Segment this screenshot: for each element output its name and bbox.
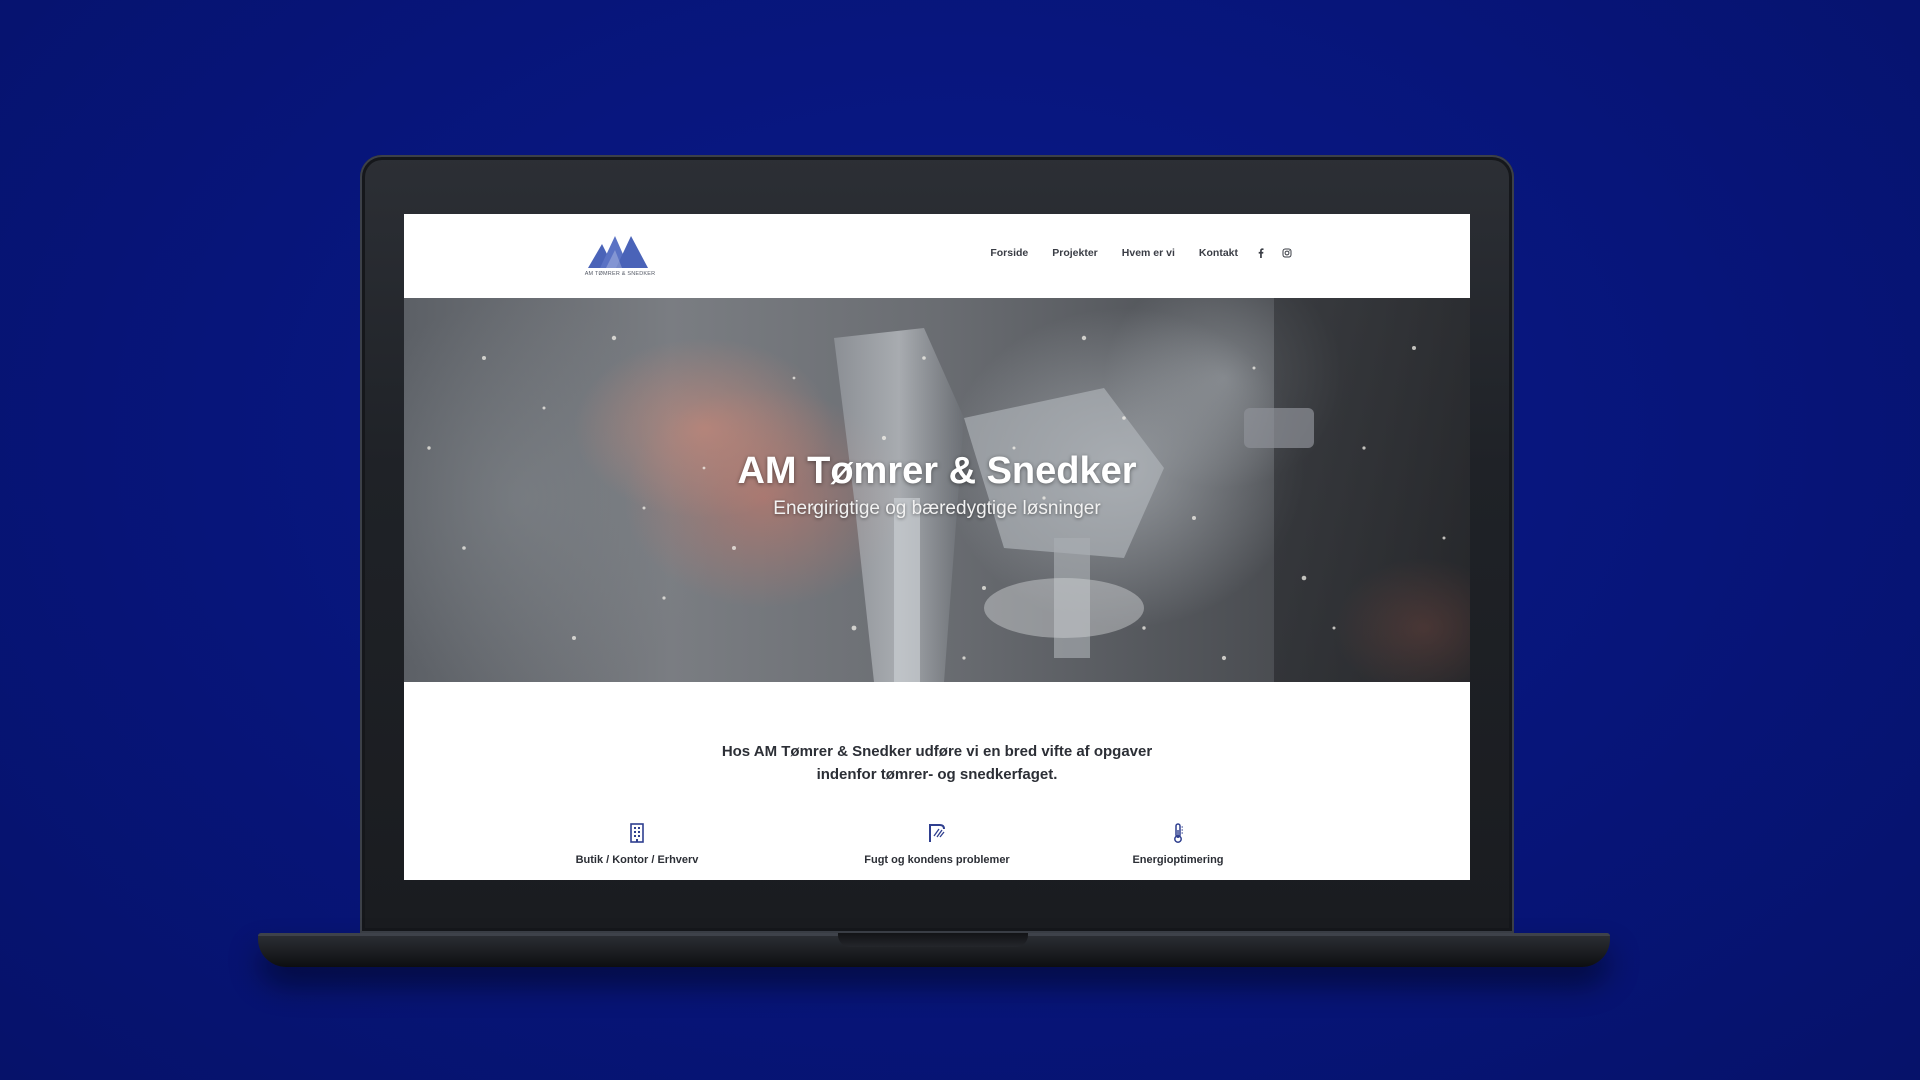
intro-line-1: Hos AM Tømrer & Snedker udføre vi en bre… <box>721 743 1153 760</box>
service-butik-kontor-erhverv[interactable]: Butik / Kontor / Erhverv <box>537 822 737 866</box>
intro-text: Hos AM Tømrer & Snedker udføre vi en bre… <box>404 740 1470 786</box>
nav-item-hvem-er-vi[interactable]: Hvem er vi <box>1122 247 1175 259</box>
laptop-screen: AM TØMRER & SNEDKER Forside Projekter Hv… <box>404 214 1470 880</box>
facebook-icon[interactable] <box>1256 248 1266 258</box>
moisture-icon <box>929 824 945 842</box>
site-header: AM TØMRER & SNEDKER Forside Projekter Hv… <box>404 214 1470 298</box>
service-energioptimering[interactable]: Energioptimering <box>1078 822 1278 866</box>
main-nav: Forside Projekter Hvem er vi Kontakt <box>990 247 1292 259</box>
building-icon <box>630 823 644 843</box>
service-label: Energioptimering <box>1132 854 1224 866</box>
logo-mountains-icon <box>588 236 648 268</box>
logo[interactable]: AM TØMRER & SNEDKER <box>584 232 656 282</box>
hero-banner: AM Tømrer & Snedker Energirigtige og bær… <box>404 298 1470 682</box>
intro-line-2: indenfor tømrer- og snedkerfaget. <box>816 766 1058 783</box>
nav-item-projekter[interactable]: Projekter <box>1052 247 1098 259</box>
logo-text: AM TØMRER & SNEDKER <box>584 271 656 277</box>
instagram-icon[interactable] <box>1282 248 1292 258</box>
laptop-base <box>258 933 1610 967</box>
service-label: Fugt og kondens problemer <box>864 854 1010 866</box>
services-row: Butik / Kontor / Erhverv Fugt og kondens… <box>404 822 1470 880</box>
service-fugt-og-kondens[interactable]: Fugt og kondens problemer <box>837 822 1037 866</box>
nav-item-kontakt[interactable]: Kontakt <box>1199 247 1238 259</box>
laptop-notch <box>838 933 1028 947</box>
hero-title: AM Tømrer & Snedker <box>737 450 1137 492</box>
social-links <box>1256 248 1292 258</box>
nav-item-forside[interactable]: Forside <box>990 247 1028 259</box>
thermometer-icon <box>1174 823 1183 843</box>
service-label: Butik / Kontor / Erhverv <box>575 854 699 866</box>
hero-subtitle: Energirigtige og bæredygtige løsninger <box>773 498 1101 519</box>
